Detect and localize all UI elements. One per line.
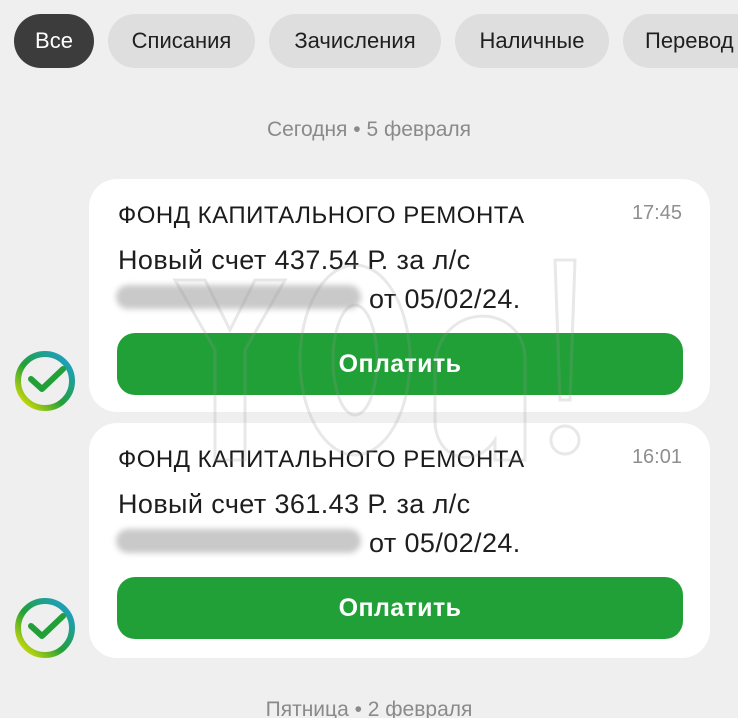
sender-title: ФОНД КАПИТАЛЬНОГО РЕМОНТА bbox=[118, 446, 525, 473]
sber-logo-icon bbox=[15, 598, 75, 658]
message-card[interactable]: ФОНД КАПИТАЛЬНОГО РЕМОНТА 17:45 Новый сч… bbox=[89, 179, 710, 412]
message-time: 17:45 bbox=[631, 202, 682, 224]
blurred-account-number bbox=[116, 285, 361, 309]
message-time: 16:01 bbox=[631, 446, 682, 468]
operations-screen: Все Списания Зачисления Наличные Перевод… bbox=[0, 0, 738, 718]
filter-cash-chip[interactable]: Наличные bbox=[455, 14, 609, 68]
message-line: Новый счет 437.54 Р. за л/с bbox=[118, 245, 471, 275]
filter-transfers-chip[interactable]: Перевод bbox=[623, 14, 738, 68]
sender-title: ФОНД КАПИТАЛЬНОГО РЕМОНТА bbox=[118, 202, 525, 229]
date-separator-friday: Пятница • 2 февраля bbox=[265, 698, 473, 718]
filter-all-chip[interactable]: Все bbox=[14, 14, 94, 68]
pay-button[interactable]: Оплатить bbox=[117, 577, 683, 639]
pay-button[interactable]: Оплатить bbox=[117, 333, 683, 395]
blurred-account-number bbox=[116, 529, 361, 553]
message-line: Новый счет 361.43 Р. за л/с bbox=[118, 489, 471, 519]
filter-credits-chip[interactable]: Зачисления bbox=[269, 14, 441, 68]
date-separator-today: Сегодня • 5 февраля bbox=[266, 118, 472, 141]
filter-debits-chip[interactable]: Списания bbox=[108, 14, 255, 68]
filter-chips: Все Списания Зачисления Наличные Перевод bbox=[0, 14, 738, 68]
sber-logo-icon bbox=[15, 351, 75, 411]
message-card[interactable]: ФОНД КАПИТАЛЬНОГО РЕМОНТА 16:01 Новый сч… bbox=[89, 423, 710, 658]
